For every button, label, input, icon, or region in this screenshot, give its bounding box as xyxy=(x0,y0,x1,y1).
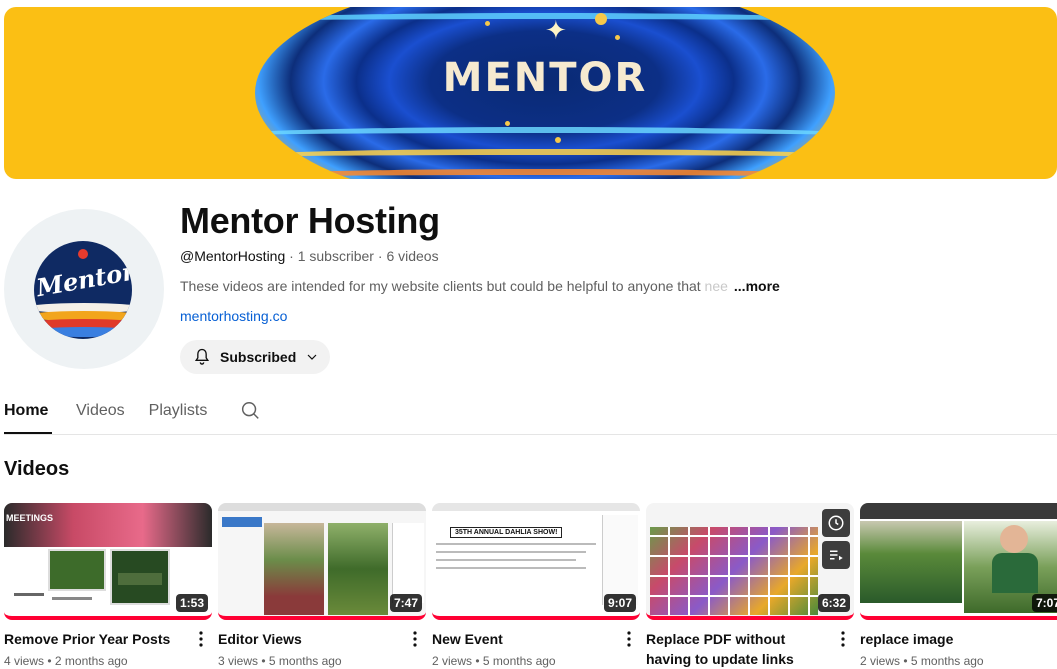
more-vert-icon[interactable] xyxy=(408,629,422,649)
video-thumbnail[interactable]: MEETINGS 1:53 xyxy=(4,503,212,620)
channel-handle: @MentorHosting xyxy=(180,248,286,264)
channel-avatar[interactable]: Mentor xyxy=(4,209,164,369)
video-meta: 2 views • 5 months ago xyxy=(432,654,556,668)
subscriber-count: 1 subscriber xyxy=(297,248,374,264)
video-meta: 4 views • 2 months ago xyxy=(4,654,128,668)
tab-videos[interactable]: Videos xyxy=(76,392,125,434)
thumbnail-text: 35TH ANNUAL DAHLIA SHOW! xyxy=(450,527,563,538)
video-count: 6 videos xyxy=(386,248,439,264)
clock-icon[interactable] xyxy=(822,509,850,537)
video-meta: 3 views • 5 months ago xyxy=(218,654,342,668)
channel-tabs: Home Videos Playlists xyxy=(4,392,261,434)
video-title[interactable]: New Event xyxy=(432,629,616,649)
video-duration: 7:07 xyxy=(1031,594,1057,612)
chevron-down-icon xyxy=(307,354,317,360)
video-thumbnail[interactable]: 7:47 xyxy=(218,503,426,620)
video-title[interactable]: Editor Views xyxy=(218,629,402,649)
subscribed-button[interactable]: Subscribed xyxy=(180,340,330,374)
video-duration: 9:07 xyxy=(603,594,636,612)
video-thumbnail[interactable]: 6:32 xyxy=(646,503,854,620)
channel-banner: ✦ MENTOR xyxy=(4,7,1057,179)
section-title: Videos xyxy=(4,458,70,480)
banner-artwork: ✦ MENTOR xyxy=(255,7,835,179)
video-title[interactable]: Replace PDF without having to update lin… xyxy=(646,629,830,669)
video-meta: 2 views • 5 months ago xyxy=(860,654,984,668)
video-card[interactable]: 6:32 Replace PDF without having to updat… xyxy=(646,503,854,669)
more-vert-icon[interactable] xyxy=(194,629,208,649)
channel-meta: @MentorHosting · 1 subscriber · 6 videos xyxy=(180,248,439,264)
video-card[interactable]: 7:07 replace image 2 views • 5 months ag… xyxy=(860,503,1057,669)
video-card[interactable]: 35TH ANNUAL DAHLIA SHOW! 9:07 New Event … xyxy=(432,503,640,668)
subscribed-label: Subscribed xyxy=(220,349,297,365)
tab-playlists[interactable]: Playlists xyxy=(149,392,208,434)
description-text: These videos are intended for my website… xyxy=(180,278,705,294)
description-faded-text: nee xyxy=(704,278,728,294)
video-thumbnail[interactable]: 35TH ANNUAL DAHLIA SHOW! 9:07 xyxy=(432,503,640,620)
queue-icon[interactable] xyxy=(822,541,850,569)
more-vert-icon[interactable] xyxy=(836,629,850,649)
more-vert-icon[interactable] xyxy=(622,629,636,649)
search-icon[interactable] xyxy=(239,400,261,422)
avatar-logo-text: Mentor xyxy=(34,256,132,303)
video-duration: 7:47 xyxy=(389,594,422,612)
channel-link[interactable]: mentorhosting.co xyxy=(180,308,287,324)
avatar-logo: Mentor xyxy=(34,241,132,339)
banner-title: MENTOR xyxy=(442,55,648,101)
channel-name: Mentor Hosting xyxy=(180,200,440,241)
channel-description[interactable]: These videos are intended for my website… xyxy=(180,278,780,294)
video-thumbnail[interactable]: 7:07 xyxy=(860,503,1057,620)
tab-home[interactable]: Home xyxy=(4,392,52,434)
video-card[interactable]: 7:47 Editor Views 3 views • 5 months ago xyxy=(218,503,426,668)
star-icon: ✦ xyxy=(545,15,567,45)
more-link[interactable]: ...more xyxy=(734,278,780,294)
video-duration: 1:53 xyxy=(175,594,208,612)
video-duration: 6:32 xyxy=(817,594,850,612)
video-title[interactable]: replace image xyxy=(860,629,1044,649)
thumbnail-text: MEETINGS xyxy=(6,513,54,523)
bell-icon xyxy=(194,348,210,365)
video-card[interactable]: MEETINGS 1:53 Remove Prior Year Posts 4 … xyxy=(4,503,212,668)
tabs-divider xyxy=(4,434,1057,435)
video-title[interactable]: Remove Prior Year Posts xyxy=(4,629,188,649)
